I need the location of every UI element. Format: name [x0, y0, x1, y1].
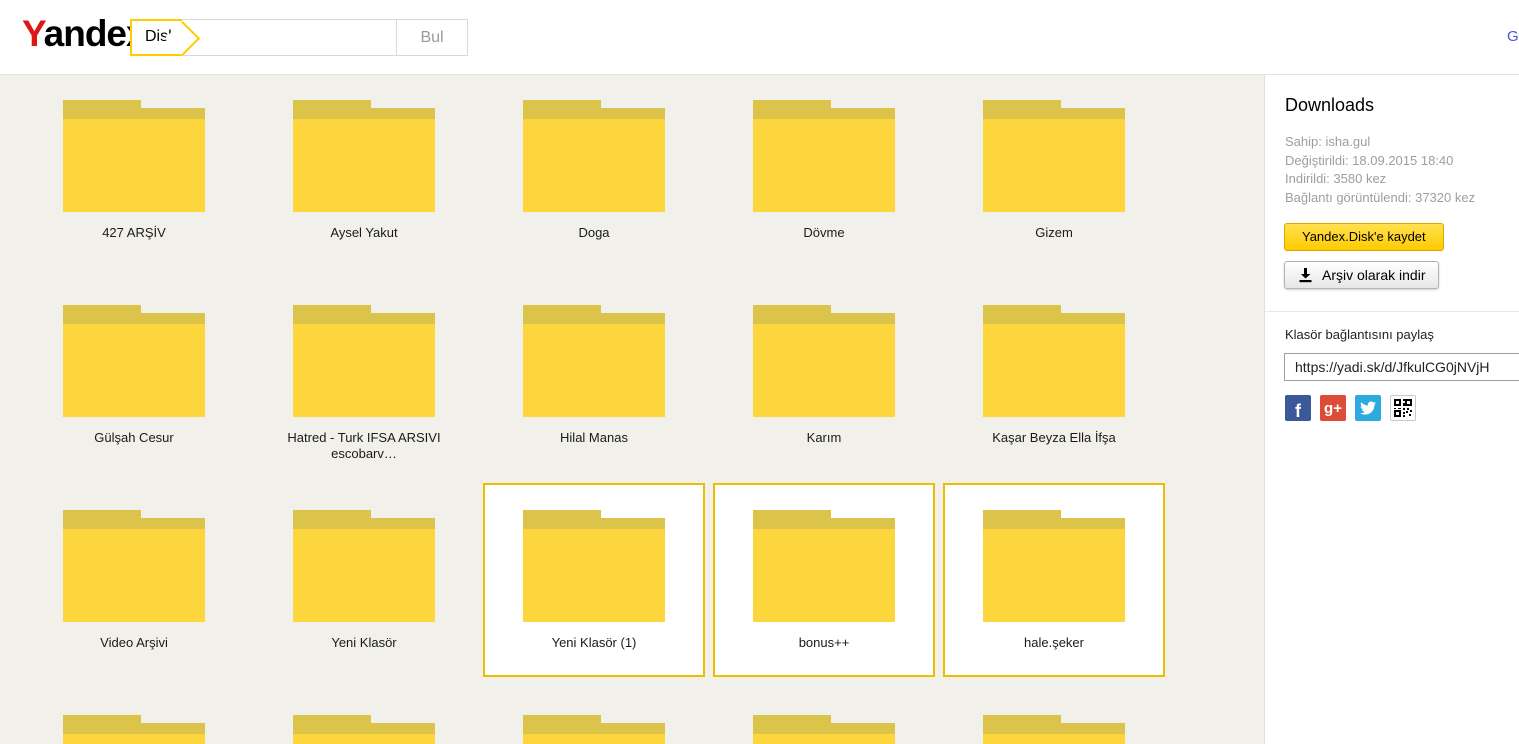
folder-name: bonus++	[798, 635, 850, 650]
folder-name: Video Arşivi	[100, 635, 168, 650]
folder-icon	[983, 715, 1125, 744]
share-url-input[interactable]	[1284, 353, 1519, 381]
folder-icon	[293, 715, 435, 744]
login-link[interactable]: Gi	[1507, 28, 1519, 45]
folder-icon	[753, 510, 895, 622]
meta-owner: Sahip: isha.gul	[1285, 134, 1371, 149]
folder-grid: 427 ARŞİV Aysel Yakut Doga Dövme Gizem G…	[23, 73, 1165, 744]
download-archive-button[interactable]: Arşiv olarak indir	[1284, 261, 1440, 289]
download-icon	[1299, 267, 1312, 282]
folder-item-selected[interactable]: Yeni Klasör (1)	[483, 483, 705, 677]
folder-item-selected[interactable]: hale.şeker	[943, 483, 1165, 677]
folder-icon	[63, 715, 205, 744]
search-submit-button[interactable]: Bul	[396, 19, 468, 56]
download-archive-label: Arşiv olarak indir	[1322, 267, 1426, 283]
folder-item[interactable]: Hilal Manas	[483, 278, 705, 472]
yandex-logo[interactable]: Yandex	[22, 13, 147, 55]
details-sidebar: Downloads Sahip: isha.gul Değiştirildi: …	[1264, 75, 1519, 744]
folder-name: Karım	[806, 430, 842, 445]
meta-modified: Değiştirildi: 18.09.2015 18:40	[1285, 152, 1454, 168]
folder-icon	[293, 100, 435, 212]
folder-item[interactable]: Gülşah Cesur	[23, 278, 245, 472]
folder-item[interactable]: Video Arşivi	[23, 483, 245, 677]
folder-icon	[523, 510, 665, 622]
folder-name: 427 ARŞİV	[102, 225, 166, 240]
share-link-label: Klasör bağlantısını paylaş	[1285, 327, 1434, 342]
folder-name: hale.şeker	[1024, 635, 1084, 650]
folder-name: Aysel Yakut	[330, 225, 398, 240]
folder-icon	[293, 510, 435, 622]
folder-name: Hilal Manas	[560, 430, 628, 445]
folder-icon	[753, 305, 895, 417]
folder-item[interactable]: Hatred - Turk IFSA ARSIVI escobarv…	[253, 278, 475, 472]
folder-icon	[983, 305, 1125, 417]
folder-icon	[983, 100, 1125, 212]
search-scope-disk-tag[interactable]: Disk	[130, 19, 201, 57]
folder-item[interactable]: 427 ARŞİV	[23, 73, 245, 267]
sidebar-divider	[1265, 311, 1519, 312]
folder-item[interactable]	[483, 688, 705, 744]
folder-icon	[523, 305, 665, 417]
search-input[interactable]	[206, 21, 391, 54]
facebook-icon[interactable]: f	[1285, 395, 1311, 421]
folder-title: Downloads	[1285, 95, 1375, 115]
folder-name: Gülşah Cesur	[94, 430, 174, 445]
folder-name: Kaşar Beyza Ella İfşa	[992, 430, 1116, 445]
folder-name: Dövme	[803, 225, 845, 240]
folder-item[interactable]: Aysel Yakut	[253, 73, 475, 267]
twitter-icon[interactable]	[1355, 395, 1381, 421]
folder-name: Doga	[578, 225, 610, 240]
folder-item[interactable]: Karım	[713, 278, 935, 472]
folder-icon	[523, 100, 665, 212]
folder-icon	[63, 100, 205, 212]
folder-item[interactable]: Kaşar Beyza Ella İfşa	[943, 278, 1165, 472]
folder-item[interactable]: Dövme	[713, 73, 935, 267]
twitter-bird	[1360, 401, 1376, 415]
top-header: Yandex Disk Bul Gi	[0, 0, 1519, 75]
folder-item[interactable]: Doga	[483, 73, 705, 267]
folder-icon	[523, 715, 665, 744]
folder-icon	[293, 305, 435, 417]
folder-item[interactable]	[713, 688, 935, 744]
folder-item[interactable]	[253, 688, 475, 744]
folder-icon	[983, 510, 1125, 622]
qr-pattern	[1394, 399, 1412, 417]
folder-meta: Sahip: isha.gul Değiştirildi: 18.09.2015…	[1285, 133, 1519, 207]
folder-icon	[63, 510, 205, 622]
folder-icon	[753, 100, 895, 212]
meta-downloaded: Indirildi: 3580 kez	[1285, 171, 1387, 186]
meta-link-views: Bağlantı görüntülendi: 37320 kez	[1285, 189, 1476, 205]
folder-item[interactable]: Yeni Klasör	[253, 483, 475, 677]
logo-letter-y: Y	[22, 13, 45, 54]
folder-icon	[63, 305, 205, 417]
google-plus-icon[interactable]: g+	[1320, 395, 1346, 421]
facebook-glyph: f	[1295, 400, 1301, 421]
social-share-row: f g+	[1285, 395, 1519, 421]
qr-code-icon[interactable]	[1390, 395, 1416, 421]
google-plus-glyph: g+	[1324, 399, 1342, 417]
folder-name: Yeni Klasör	[331, 635, 397, 650]
folder-name: Hatred - Turk IFSA ARSIVI escobarv…	[287, 430, 441, 461]
folder-icon	[753, 715, 895, 744]
folder-item[interactable]	[23, 688, 245, 744]
folder-item-selected[interactable]: bonus++	[713, 483, 935, 677]
save-to-disk-button[interactable]: Yandex.Disk'e kaydet	[1284, 223, 1444, 251]
folder-name: Gizem	[1035, 225, 1073, 240]
folder-item[interactable]	[943, 688, 1165, 744]
folder-name: Yeni Klasör (1)	[551, 635, 637, 650]
folder-item[interactable]: Gizem	[943, 73, 1165, 267]
